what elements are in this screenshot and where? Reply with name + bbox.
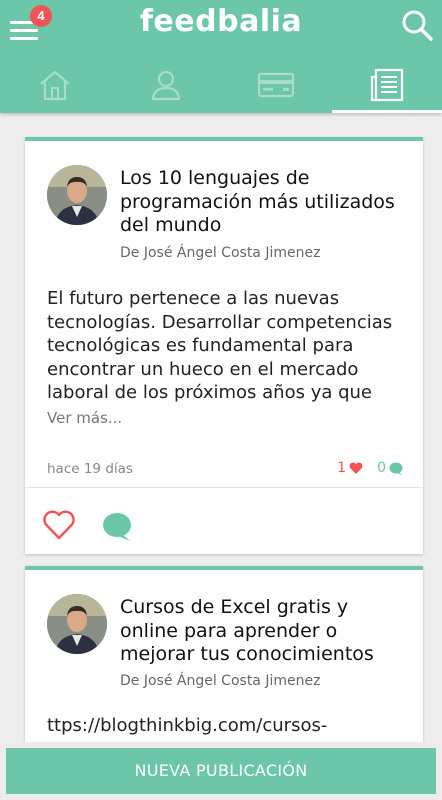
card-icon — [258, 72, 295, 97]
author-avatar[interactable] — [47, 594, 107, 654]
app-header: 4 feedbalia — [0, 0, 442, 113]
tab-news[interactable] — [331, 56, 442, 113]
post-excerpt: El futuro pertenece a las nuevas tecnolo… — [47, 288, 393, 403]
main-tabs — [0, 56, 442, 113]
read-more-link[interactable]: Ver más... — [47, 409, 122, 427]
author-avatar[interactable] — [47, 165, 107, 225]
new-post-button[interactable]: NUEVA PUBLICACIÓN — [6, 748, 436, 794]
post-timestamp: hace 19 días — [47, 461, 133, 477]
search-button[interactable] — [400, 8, 434, 42]
like-count-value: 1 — [337, 460, 347, 476]
comment-count: 0 — [377, 460, 403, 476]
comment-count-value: 0 — [377, 460, 386, 476]
like-count: 1 — [337, 460, 363, 476]
comment-icon — [103, 513, 131, 541]
card-divider — [25, 487, 423, 488]
tab-profile[interactable] — [111, 56, 222, 113]
tab-cards[interactable] — [221, 56, 332, 113]
app-logo: feedbalia — [139, 4, 303, 39]
heart-small-icon — [349, 462, 363, 474]
user-icon — [151, 70, 180, 100]
post-title[interactable]: Cursos de Excel gratis y online para apr… — [120, 596, 410, 667]
post-card[interactable]: Cursos de Excel gratis y online para apr… — [25, 566, 423, 766]
news-icon — [370, 68, 403, 101]
comment-button[interactable] — [102, 512, 132, 547]
tab-home[interactable] — [0, 56, 111, 113]
post-title[interactable]: Los 10 lenguajes de programación más uti… — [120, 167, 410, 238]
heart-outline-icon — [43, 510, 75, 540]
like-button[interactable] — [42, 510, 76, 545]
post-excerpt: ttps://blogthinkbig.com/cursos- — [47, 715, 328, 736]
home-icon — [40, 70, 70, 100]
footer-bar: NUEVA PUBLICACIÓN — [0, 742, 442, 800]
search-icon — [402, 10, 433, 41]
post-stats: 1 0 — [337, 460, 403, 476]
post-author[interactable]: De José Ángel Costa Jimenez — [120, 245, 320, 261]
comment-small-icon — [389, 462, 403, 475]
post-author[interactable]: De José Ángel Costa Jimenez — [120, 673, 320, 689]
post-card[interactable]: Los 10 lenguajes de programación más uti… — [25, 137, 423, 554]
